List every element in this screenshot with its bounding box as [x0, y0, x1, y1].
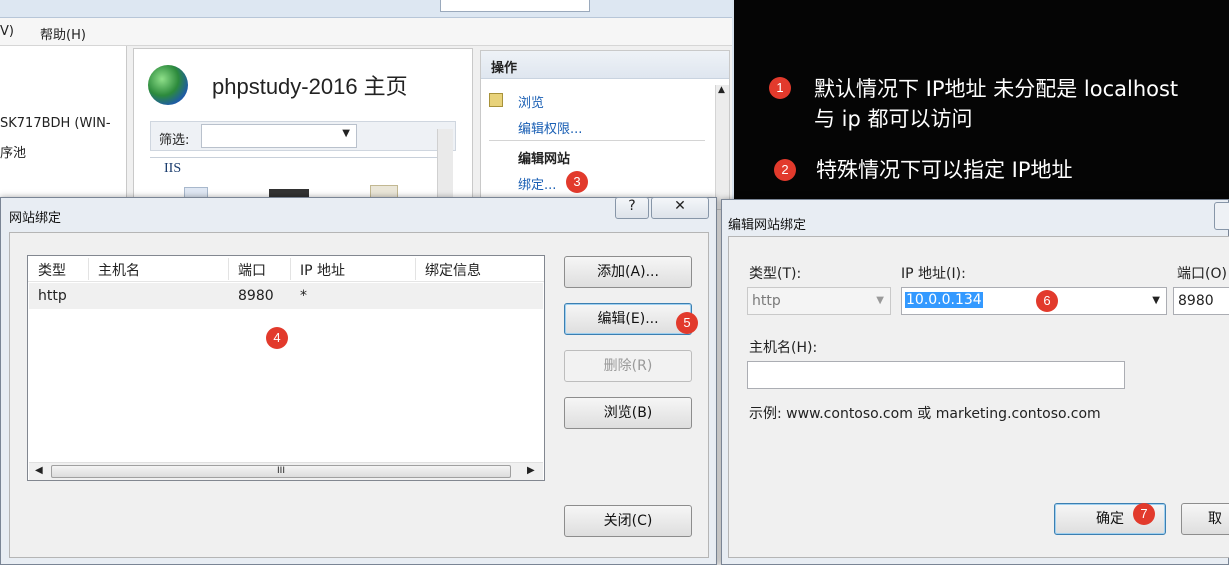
- chevron-left-icon: ◀: [35, 465, 43, 476]
- action-edit-permissions-link[interactable]: 编辑权限...: [518, 118, 582, 137]
- globe-icon: [148, 65, 188, 105]
- help-button[interactable]: ?: [615, 197, 649, 219]
- annotation-1-line2: 与 ip 都可以访问: [814, 107, 973, 131]
- dialog-body: 类型(T): http ▼ IP 地址(I): 10.0.0.134 ▼ 6 端…: [728, 236, 1229, 558]
- example-text: 示例: www.contoso.com 或 marketing.contoso.…: [749, 406, 1101, 422]
- host-input[interactable]: [747, 361, 1125, 389]
- home-panel: phpstudy-2016 主页 筛选: ▼ IIS: [133, 48, 473, 207]
- filter-label: 筛选:: [159, 133, 190, 148]
- remove-button[interactable]: 删除(R): [564, 350, 692, 382]
- col-port[interactable]: 端口: [238, 260, 266, 280]
- table-row[interactable]: http 8980 *: [29, 283, 543, 309]
- ip-label: IP 地址(I):: [901, 266, 966, 282]
- type-select: http ▼: [747, 287, 891, 315]
- close-icon[interactable]: ✕: [651, 197, 709, 219]
- annotation-1: 默认情况下 IP地址 未分配是 localhost 与 ip 都可以访问: [814, 74, 1178, 134]
- row-type: http: [38, 288, 67, 304]
- edit-button[interactable]: 编辑(E)...: [564, 303, 692, 335]
- browse-folder-icon: [489, 93, 503, 107]
- chevron-down-icon: ▼: [876, 295, 884, 306]
- step-marker-7: 7: [1133, 503, 1155, 525]
- menu-bar: V) 帮助(H): [0, 18, 732, 46]
- close-button[interactable]: 关闭(C): [564, 505, 692, 537]
- host-label: 主机名(H):: [749, 340, 818, 356]
- step-marker-6: 6: [1036, 290, 1058, 312]
- type-label: 类型(T):: [749, 266, 802, 282]
- actions-header: 操作: [481, 51, 729, 79]
- scroll-thumb[interactable]: III: [51, 465, 511, 478]
- row-port: 8980: [238, 288, 274, 304]
- address-bar[interactable]: [440, 0, 590, 12]
- ip-address-combo[interactable]: 10.0.0.134 ▼: [901, 287, 1167, 315]
- window-control[interactable]: [1214, 202, 1229, 230]
- menu-view[interactable]: V): [0, 24, 14, 39]
- action-browse-link[interactable]: 浏览: [518, 92, 544, 111]
- edit-site-section-title: 编辑网站: [518, 152, 571, 167]
- port-input[interactable]: 8980: [1173, 287, 1229, 315]
- group-iis-label: IIS: [164, 161, 186, 177]
- tree-app-pools-node[interactable]: 序池: [0, 142, 26, 161]
- filter-input[interactable]: ▼: [201, 124, 357, 148]
- actions-panel: 操作 ▲ 浏览 编辑权限... 编辑网站 绑定... 3: [480, 50, 730, 210]
- list-header: 类型 主机名 端口 IP 地址 绑定信息: [28, 256, 544, 282]
- dialog-title: 网站绑定: [9, 211, 62, 226]
- menu-help[interactable]: 帮助(H): [40, 24, 86, 43]
- bindings-list[interactable]: 类型 主机名 端口 IP 地址 绑定信息 http 8980 * 4 ◀ III…: [27, 255, 545, 481]
- annotation-badge-2: 2: [774, 159, 796, 181]
- scrollbar[interactable]: [437, 129, 453, 205]
- col-info[interactable]: 绑定信息: [425, 260, 481, 280]
- filter-bar: 筛选: ▼: [150, 121, 456, 151]
- connections-tree: SK717BDH (WIN- 序池: [0, 46, 127, 206]
- dialog-body: 类型 主机名 端口 IP 地址 绑定信息 http 8980 * 4 ◀ III…: [9, 232, 709, 558]
- annotation-badge-1: 1: [769, 77, 791, 99]
- port-label: 端口(O): [1177, 266, 1227, 282]
- dialog-title: 编辑网站绑定: [728, 218, 807, 233]
- cancel-button[interactable]: 取: [1181, 503, 1229, 535]
- col-ip[interactable]: IP 地址: [300, 260, 345, 280]
- annotation-2: 特殊情况下可以指定 IP地址: [816, 158, 1073, 182]
- browse-button[interactable]: 浏览(B): [564, 397, 692, 429]
- col-host[interactable]: 主机名: [98, 260, 140, 280]
- step-marker-4: 4: [266, 327, 288, 349]
- chevron-up-icon: ▲: [718, 85, 725, 95]
- ip-value: 10.0.0.134: [905, 292, 983, 308]
- step-marker-5: 5: [676, 312, 698, 334]
- add-button[interactable]: 添加(A)...: [564, 256, 692, 288]
- chevron-down-icon: ▼: [342, 128, 350, 139]
- horizontal-scrollbar[interactable]: ◀ III ▶: [29, 462, 543, 480]
- edit-binding-dialog: 编辑网站绑定 类型(T): http ▼ IP 地址(I): 10.0.0.13…: [721, 199, 1229, 565]
- tree-server-node[interactable]: SK717BDH (WIN-: [0, 116, 111, 131]
- row-ip: *: [300, 288, 307, 304]
- step-marker-3: 3: [566, 171, 588, 193]
- home-title: phpstudy-2016 主页: [212, 74, 408, 99]
- annotation-1-line1: 默认情况下 IP地址 未分配是 localhost: [814, 77, 1179, 101]
- action-bindings-link[interactable]: 绑定...: [518, 174, 556, 193]
- site-bindings-dialog: 网站绑定 ? ✕ 类型 主机名 端口 IP 地址 绑定信息 http 8980 …: [0, 197, 717, 565]
- col-type[interactable]: 类型: [38, 260, 66, 280]
- scrollbar[interactable]: ▲: [715, 85, 729, 209]
- window-top-bar: [0, 0, 732, 18]
- chevron-down-icon[interactable]: ▼: [1152, 295, 1160, 306]
- annotation-panel: 1 默认情况下 IP地址 未分配是 localhost 与 ip 都可以访问 2…: [734, 0, 1229, 205]
- chevron-right-icon: ▶: [527, 465, 535, 476]
